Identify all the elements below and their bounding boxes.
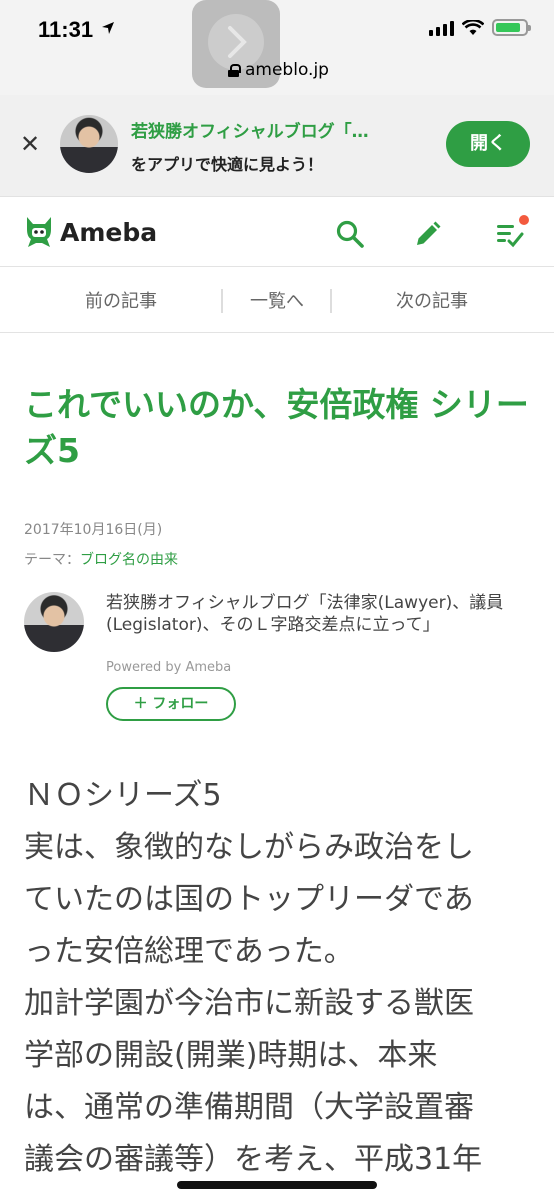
notifications-button[interactable]	[495, 215, 529, 249]
body-line: 議会の審議等）を考え、平成31年	[24, 1142, 483, 1177]
body-line: ＮＯシリーズ5	[24, 778, 222, 813]
article-list-link[interactable]: 一覧へ	[222, 287, 332, 313]
body-line: ていたのは国のトップリーダであ	[24, 882, 474, 917]
next-article-link[interactable]: 次の記事	[332, 287, 532, 313]
powered-by: Powered by Ameba	[106, 660, 232, 675]
article-navigation: 前の記事 一覧へ 次の記事	[0, 267, 554, 333]
battery-icon	[492, 19, 531, 36]
logo-text: Ameba	[60, 217, 158, 247]
banner-subtitle: をアプリで快適に見よう！	[131, 155, 324, 174]
pen-icon[interactable]	[413, 219, 443, 249]
lock-icon	[228, 63, 241, 77]
banner-title: 若狭勝オフィシャルブログ「…	[131, 122, 369, 142]
browser-chrome: 11:31 ameblo.jp	[0, 0, 554, 95]
site-header: Ameba	[0, 197, 554, 267]
follow-button[interactable]: ＋ フォロー	[106, 687, 236, 721]
theme-link[interactable]: ブログ名の由来	[80, 552, 178, 568]
home-indicator[interactable]	[177, 1181, 377, 1189]
body-line: は、通常の準備期間（大学設置審	[24, 1090, 474, 1125]
body-line: 加計学園が今治市に新設する獣医	[24, 986, 474, 1021]
ameba-mascot-icon	[27, 217, 51, 247]
author-blog-name[interactable]: 若狭勝オフィシャルブログ「法律家(Lawyer)、議員(Legislator)、…	[106, 592, 536, 636]
url-text: ameblo.jp	[245, 60, 329, 80]
prev-article-link[interactable]: 前の記事	[0, 287, 242, 313]
wifi-icon	[462, 19, 484, 35]
address-bar[interactable]: ameblo.jp	[228, 60, 329, 80]
article-date: 2017年10月16日(月)	[24, 522, 163, 538]
body-line: 学部の開設(開業)時期は、本来	[24, 1038, 438, 1073]
open-app-button[interactable]: 開く	[446, 121, 530, 167]
ameba-logo[interactable]: Ameba	[24, 215, 157, 249]
body-line: った安倍総理であった。	[24, 934, 354, 969]
app-install-banner: ✕ 若狭勝オフィシャルブログ「… をアプリで快適に見よう！ 開く	[0, 95, 554, 197]
status-time: 11:31	[38, 17, 94, 42]
article-title: これでいいのか、安倍政権 シリーズ5	[24, 385, 529, 470]
body-line: 実は、象徴的なしがらみ政治をし	[24, 830, 474, 865]
theme-label: テーマ：	[24, 552, 80, 568]
status-icons	[429, 19, 531, 36]
article-body: ＮＯシリーズ5 実は、象徴的なしがらみ政治をし ていたのは国のトップリーダであ …	[24, 770, 524, 1186]
location-arrow-icon	[102, 22, 114, 34]
search-icon[interactable]	[335, 219, 365, 249]
close-icon[interactable]: ✕	[20, 132, 40, 156]
article-theme: テーマ：ブログ名の由来	[24, 549, 178, 569]
cellular-signal-icon	[429, 20, 454, 36]
author-avatar[interactable]	[24, 592, 84, 652]
chevron-right-icon	[228, 26, 247, 58]
notification-dot	[519, 215, 529, 225]
banner-avatar	[60, 115, 118, 173]
